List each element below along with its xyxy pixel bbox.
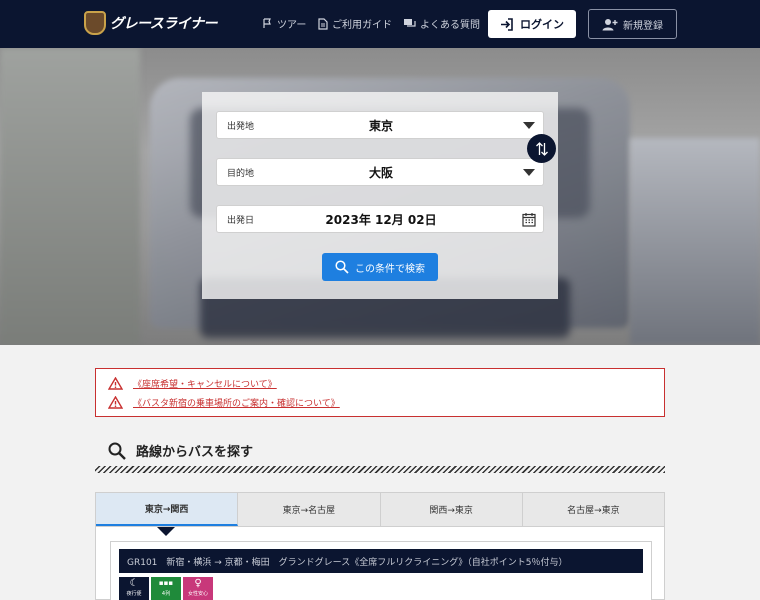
notice-shinjuku-boarding: 《バスタ新宿の乗車場所のご案内・確認について》 [108,396,340,409]
nav-guide-label: ご利用ガイド [332,20,392,31]
badge-night-bus-label: 夜行便 [126,591,142,597]
chevron-down-icon [523,169,535,176]
tab-kansai-tokyo[interactable]: 関西→東京 [381,493,523,526]
notice-seat-cancel: 《座席希望・キャンセルについて》 [108,377,277,390]
tab-tokyo-kansai[interactable]: 東京→関西 [96,493,239,526]
chat-icon [404,19,416,27]
section-divider [95,466,665,473]
register-button[interactable]: 新規登録 [588,9,677,39]
search-icon [108,442,126,460]
nav-tour[interactable]: ツアー [262,16,306,31]
login-icon [501,17,513,31]
tab-nagoya-tokyo[interactable]: 名古屋→東京 [523,493,664,526]
section-title-text: 路線からバスを探す [136,445,254,460]
hero-photo-second-bus [630,138,760,345]
hero-photo-tree [0,48,140,345]
search-button[interactable]: この条件で検索 [322,253,438,281]
search-icon [335,260,349,274]
route-badges: ☾ 夜行便 ▪▪▪ 4列 ♀ 女性安心 [119,577,215,600]
route-tabs: 東京→関西 東京→名古屋 関西→東京 名古屋→東京 [95,492,665,527]
warning-icon [108,396,123,409]
departure-select[interactable]: 出発地 東京 [216,111,544,139]
nav-faq-label: よくある質問 [420,20,480,31]
notice-seat-cancel-link[interactable]: 《座席希望・キャンセルについて》 [133,377,277,390]
date-picker[interactable]: 出発日 2023年 12月 02日 [216,205,544,233]
nav-tour-label: ツアー [277,20,307,31]
chevron-down-icon [523,122,535,129]
add-user-icon [602,18,618,30]
route-title[interactable]: GR101 新宿・横浜 → 京都・梅田 グランドグレース《全席フルリクライニング… [119,549,643,573]
badge-women-safe: ♀ 女性安心 [183,577,213,600]
route-panel: GR101 新宿・横浜 → 京都・梅田 グランドグレース《全席フルリクライニング… [95,527,665,600]
site-logo[interactable]: グレースライナー [84,11,218,35]
calendar-icon [522,213,536,227]
flag-icon [263,18,271,28]
badge-women-safe-label: 女性安心 [187,591,208,597]
document-icon [318,17,328,30]
section-title: 路線からバスを探す [108,441,253,460]
logo-emblem-icon [84,11,106,35]
register-label: 新規登録 [623,20,663,32]
destination-select[interactable]: 目的地 大阪 [216,158,544,186]
notice-box: 《座席希望・キャンセルについて》 《バスタ新宿の乗車場所のご案内・確認について》 [95,368,665,417]
login-label: ログイン [520,18,564,31]
badge-four-row-label: 4列 [161,591,171,597]
swap-arrows-icon [535,141,548,156]
tab-tokyo-nagoya[interactable]: 東京→名古屋 [238,493,381,526]
badge-night-bus: ☾ 夜行便 [119,577,149,600]
site-header: グレースライナー ツアー ご利用ガイド よくある質問 ログイン 新規登録 [0,0,760,48]
nav-guide[interactable]: ご利用ガイド [318,16,392,31]
active-tab-pointer [157,527,175,536]
logo-text: グレースライナー [110,16,218,32]
notice-shinjuku-boarding-link[interactable]: 《バスタ新宿の乗車場所のご案内・確認について》 [133,396,340,409]
search-button-label: この条件で検索 [355,263,425,275]
warning-icon [108,377,123,390]
route-card[interactable]: GR101 新宿・横浜 → 京都・梅田 グランドグレース《全席フルリクライニング… [110,541,652,600]
seats-icon: ▪▪▪ [158,579,174,587]
departure-value: 東京 [368,118,393,133]
date-value: 2023年 12月 02日 [325,212,437,227]
login-button[interactable]: ログイン [488,10,576,38]
nav-faq[interactable]: よくある質問 [403,16,480,31]
female-icon: ♀ [194,578,202,589]
moon-icon: ☾ [129,578,139,589]
destination-value: 大阪 [368,165,393,180]
badge-four-row: ▪▪▪ 4列 [151,577,181,600]
swap-locations-button[interactable] [527,134,556,163]
